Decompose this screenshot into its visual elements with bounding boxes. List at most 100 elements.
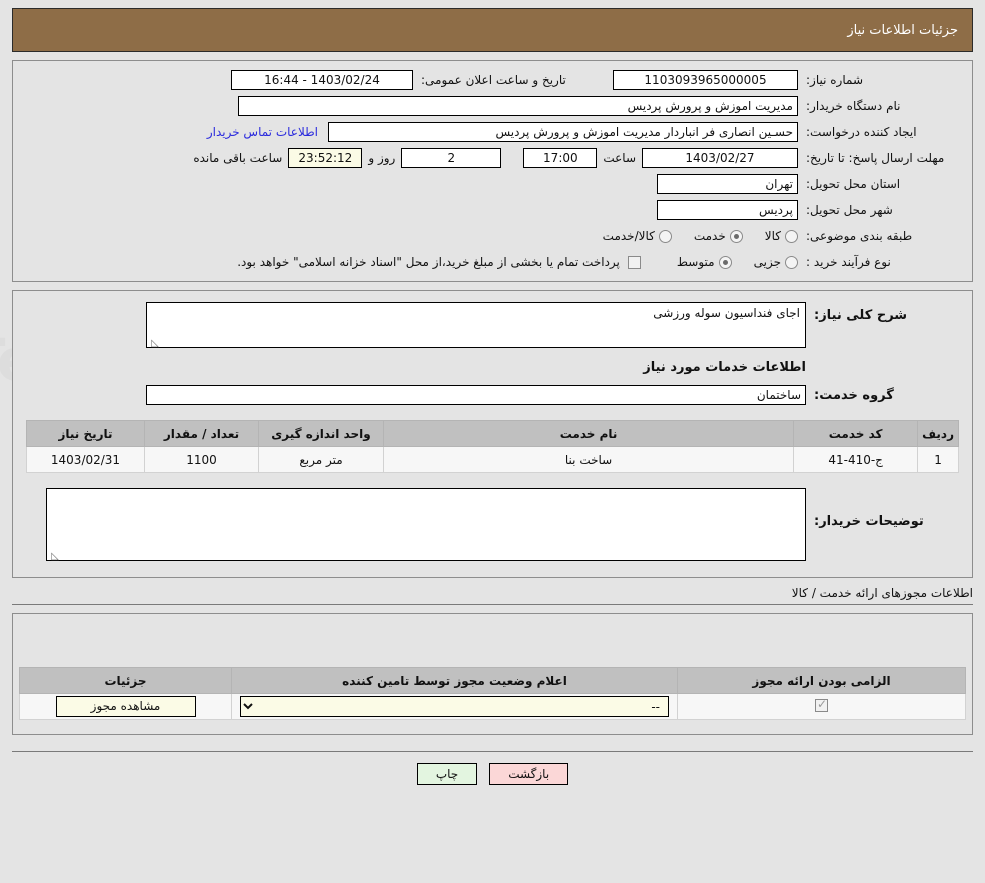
row-category: طبقه بندی موضوعی: کالا خدمت کالا/خدمت (19, 223, 966, 249)
service-group-label: گروه خدمت: (814, 387, 894, 403)
th-radif: ردیف (917, 420, 959, 447)
view-license-button[interactable]: مشاهده مجوز (55, 696, 196, 717)
creator-input[interactable] (328, 122, 798, 142)
need-details-panel: شرح کلی نیاز: اجای فنداسیون سوله ورزشی ◺… (12, 290, 973, 578)
need-summary-label: شرح کلی نیاز: (814, 308, 908, 323)
services-table-header-row: ردیف کد خدمت نام خدمت واحد اندازه گیری ت… (26, 420, 959, 447)
cell-license-required (677, 693, 966, 720)
remaining-days-input[interactable] (401, 148, 502, 168)
cell-license-status: -- (231, 693, 678, 720)
process-option-label: متوسط (676, 255, 715, 269)
licenses-table-header-row: الزامی بودن ارائه مجوز اعلام وضعیت مجوز … (19, 667, 966, 694)
th-need-date: تاریخ نیاز (26, 420, 145, 447)
page-title: جزئیات اطلاعات نیاز (847, 22, 958, 38)
services-table-wrap: ردیف کد خدمت نام خدمت واحد اندازه گیری ت… (26, 420, 959, 473)
deadline-label: مهلت ارسال پاسخ: تا تاریخ: (806, 151, 945, 165)
services-table: ردیف کد خدمت نام خدمت واحد اندازه گیری ت… (26, 420, 959, 473)
print-button[interactable]: چاپ (416, 763, 478, 785)
table-row: -- مشاهده مجوز (19, 693, 966, 720)
need-summary-wrap: اجای فنداسیون سوله ورزشی ◺ (146, 302, 806, 351)
need-number-input[interactable] (613, 70, 798, 90)
creator-label: ایجاد کننده درخواست: (806, 125, 917, 139)
licenses-divider (12, 604, 973, 605)
row-city: شهر محل تحویل: (19, 197, 966, 223)
service-group-input[interactable] (146, 385, 806, 405)
licenses-heading-wrap: اطلاعات مجوزهای ارائه خدمت / کالا (12, 586, 973, 600)
treasury-checkbox[interactable] (627, 255, 641, 269)
need-number-label: شماره نیاز: (806, 73, 863, 87)
row-services-heading: اطلاعات خدمات مورد نیاز (21, 352, 964, 382)
buyer-org-label: نام دستگاه خریدار: (806, 99, 901, 113)
deadline-time-input[interactable] (523, 148, 598, 168)
cell-service-code: ج-410-41 (793, 446, 919, 473)
buyer-org-input[interactable] (238, 96, 798, 116)
radio-icon[interactable] (785, 255, 798, 269)
deadline-date-input[interactable] (642, 148, 798, 168)
th-service-name: نام خدمت (382, 420, 795, 447)
treasury-note: پرداخت تمام یا بخشی از مبلغ خرید،از محل … (237, 255, 620, 269)
process-label: نوع فرآیند خرید : (806, 255, 891, 269)
services-heading: اطلاعات خدمات مورد نیاز (643, 359, 806, 375)
th-license-details: جزئیات (19, 667, 232, 694)
province-input[interactable] (657, 174, 798, 194)
hour-label: ساعت (603, 151, 636, 165)
category-option-label: کالا (764, 229, 781, 243)
row-service-group: گروه خدمت: (21, 382, 964, 408)
countdown-timer: 23:52:12 (288, 148, 363, 168)
days-label: روز و (368, 151, 396, 165)
licenses-table: الزامی بودن ارائه مجوز اعلام وضعیت مجوز … (19, 667, 966, 720)
process-option-motavaset[interactable]: متوسط (677, 255, 732, 269)
province-label: استان محل تحویل: (806, 177, 901, 191)
cell-license-details: مشاهده مجوز (19, 693, 232, 720)
category-label: طبقه بندی موضوعی: (806, 229, 913, 243)
row-need-number: شماره نیاز: تاریخ و ساعت اعلان عمومی: (19, 67, 966, 93)
licenses-panel: الزامی بودن ارائه مجوز اعلام وضعیت مجوز … (12, 613, 973, 735)
announce-label: تاریخ و ساعت اعلان عمومی: (421, 73, 566, 87)
cell-radif: 1 (917, 446, 959, 473)
footer-actions: بازگشت چاپ (12, 751, 973, 785)
process-option-jozii[interactable]: جزیی (754, 255, 798, 269)
city-label: شهر محل تحویل: (806, 203, 893, 217)
buyer-notes-textarea[interactable] (46, 488, 806, 561)
radio-icon[interactable] (718, 255, 732, 269)
row-buyer-org: نام دستگاه خریدار: (19, 93, 966, 119)
row-process-type: نوع فرآیند خرید : جزیی متوسط پرداخت تمام… (19, 249, 966, 275)
remaining-label: ساعت باقی مانده (193, 151, 283, 165)
row-need-summary: شرح کلی نیاز: اجای فنداسیون سوله ورزشی ◺ (21, 301, 964, 352)
license-status-select[interactable]: -- (240, 696, 669, 717)
category-option-khedmat[interactable]: خدمت (694, 229, 743, 243)
th-service-code: کد خدمت (793, 420, 919, 447)
announce-datetime-input[interactable] (231, 70, 413, 90)
cell-need-date: 1403/02/31 (26, 446, 145, 473)
need-summary-textarea[interactable]: اجای فنداسیون سوله ورزشی (146, 302, 806, 348)
category-option-kala-khedmat[interactable]: کالا/خدمت (603, 229, 672, 243)
back-button[interactable]: بازگشت (489, 763, 569, 785)
page-header: جزئیات اطلاعات نیاز (12, 8, 973, 52)
row-buyer-notes: توضیحات خریدار: ◺ (21, 487, 964, 565)
th-license-required: الزامی بودن ارائه مجوز (677, 667, 966, 694)
license-required-checkbox (815, 697, 828, 712)
buyer-contact-link[interactable]: اطلاعات تماس خریدار (207, 125, 318, 139)
radio-icon[interactable] (658, 229, 672, 243)
cell-unit: متر مربع (258, 446, 384, 473)
process-option-label: جزیی (753, 255, 781, 269)
cell-service-name: ساخت بنا (382, 446, 795, 473)
th-license-status: اعلام وضعیت مجوز توسط تامین کننده (231, 667, 678, 694)
buyer-notes-label: توضیحات خریدار: (814, 514, 924, 529)
table-row: 1 ج-410-41 ساخت بنا متر مربع 1100 1403/0… (26, 446, 959, 473)
category-option-label: کالا/خدمت (602, 229, 655, 243)
row-creator: ایجاد کننده درخواست: اطلاعات تماس خریدار (19, 119, 966, 145)
radio-icon[interactable] (785, 229, 798, 243)
row-deadline: مهلت ارسال پاسخ: تا تاریخ: ساعت روز و 23… (19, 145, 966, 171)
need-summary-panel: شماره نیاز: تاریخ و ساعت اعلان عمومی: نا… (12, 60, 973, 282)
process-radio-group: جزیی متوسط (659, 255, 798, 269)
city-input[interactable] (657, 200, 798, 220)
radio-icon[interactable] (729, 229, 743, 243)
category-radio-group: کالا خدمت کالا/خدمت (585, 229, 798, 243)
licenses-heading: اطلاعات مجوزهای ارائه خدمت / کالا (791, 586, 973, 600)
category-option-kala[interactable]: کالا (765, 229, 798, 243)
th-quantity: تعداد / مقدار (144, 420, 259, 447)
buyer-notes-wrap: ◺ (46, 488, 806, 564)
th-unit: واحد اندازه گیری (258, 420, 384, 447)
row-province: استان محل تحویل: (19, 171, 966, 197)
